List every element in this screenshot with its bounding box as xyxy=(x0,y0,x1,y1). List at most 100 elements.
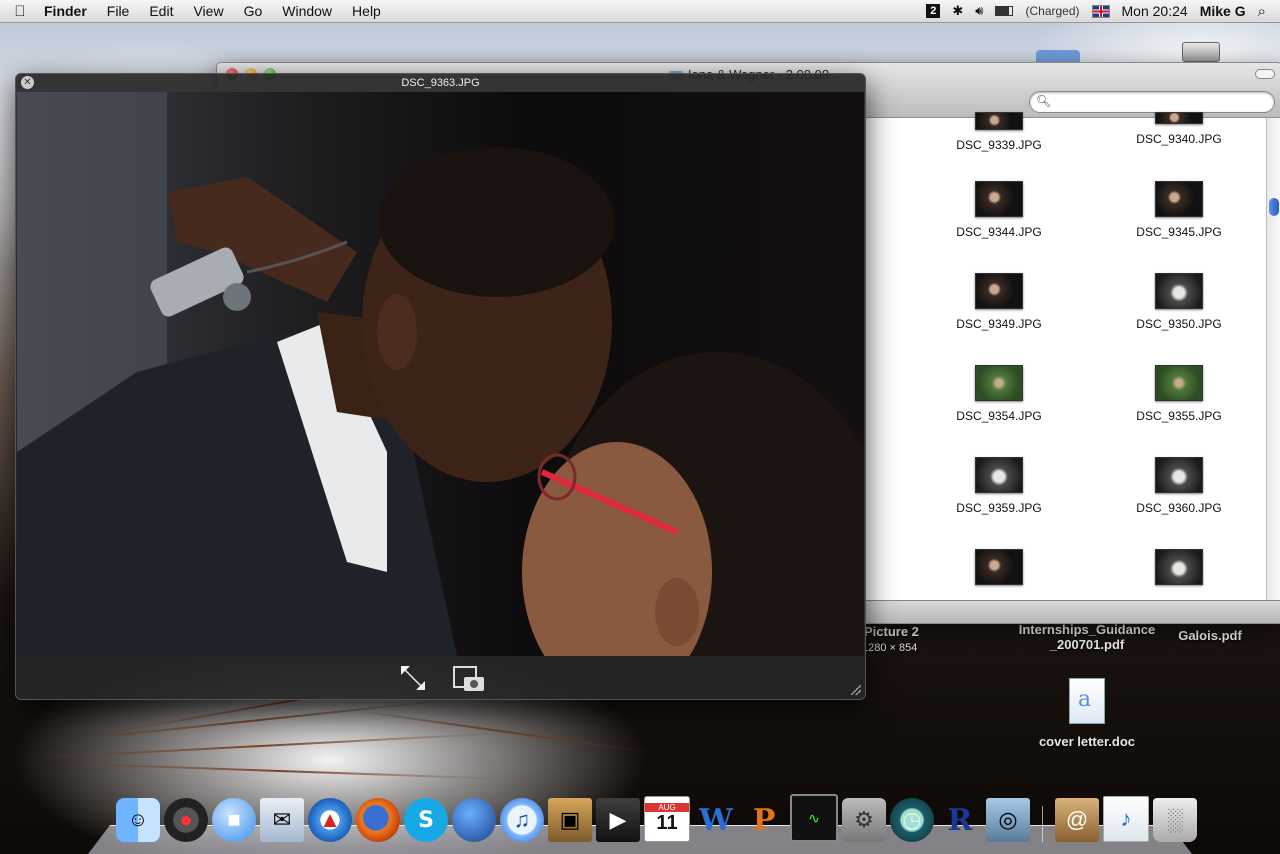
mail-dock-icon[interactable]: ✉ xyxy=(260,798,304,842)
google-earth-dock-icon[interactable] xyxy=(452,798,496,842)
menu-file[interactable]: File xyxy=(97,3,140,19)
file-item[interactable]: DSC_9355.JPG xyxy=(1109,365,1249,423)
dock-icons: ☺ ● ■ ✉ ▲ S ♫ ▣ ▶ AUG 11 W P ∿ ⚙ ◷ R ◎ @… xyxy=(116,794,1197,842)
file-name: DSC_9349.JPG xyxy=(956,317,1042,331)
time-machine-dock-icon[interactable]: ◷ xyxy=(890,798,934,842)
battery-icon[interactable] xyxy=(995,6,1014,16)
itunes-dock-icon[interactable]: ♫ xyxy=(500,798,544,842)
file-item[interactable]: DSC_9340.JPG xyxy=(1109,112,1249,146)
dock: ☺ ● ■ ✉ ▲ S ♫ ▣ ▶ AUG 11 W P ∿ ⚙ ◷ R ◎ @… xyxy=(88,794,1197,854)
image-thumbnail xyxy=(975,365,1023,401)
search-icon: 🔍︎ xyxy=(1036,94,1052,108)
image-thumbnail xyxy=(975,273,1023,309)
ical-day: 11 xyxy=(656,812,678,834)
fast-user-switch[interactable]: Mike G xyxy=(1200,3,1246,19)
finder-dock-icon[interactable]: ☺ xyxy=(116,798,160,842)
imovie-dock-icon[interactable]: ▶ xyxy=(596,798,640,842)
file-name: DSC_9345.JPG xyxy=(1136,225,1222,239)
image-thumbnail xyxy=(1155,365,1203,401)
spotlight-icon[interactable]: ⌕ xyxy=(1258,3,1266,20)
scrollbar-thumb[interactable] xyxy=(1269,198,1279,216)
trash-dock-icon[interactable]: ░ xyxy=(1153,798,1197,842)
file-item[interactable]: DSC_9354.JPG xyxy=(929,365,1069,423)
file-name: DSC_9344.JPG xyxy=(956,225,1042,239)
image-thumbnail xyxy=(1155,457,1203,493)
file-item[interactable] xyxy=(929,549,1069,593)
battery-status: (Charged) xyxy=(1025,4,1080,18)
iphoto-camera-icon xyxy=(452,666,484,691)
toolbar-toggle-button[interactable] xyxy=(1255,69,1275,79)
r-dock-icon[interactable]: R xyxy=(938,798,982,842)
skype-dock-icon[interactable]: S xyxy=(404,798,448,842)
ichat-dock-icon[interactable]: ■ xyxy=(212,798,256,842)
cover-letter-label: cover letter.doc xyxy=(1038,734,1136,749)
desktop-item-cover-letter[interactable]: a cover letter.doc xyxy=(1030,678,1144,749)
file-item[interactable]: DSC_9349.JPG xyxy=(929,273,1069,331)
search-input[interactable] xyxy=(1052,93,1266,111)
image-thumbnail xyxy=(975,112,1023,130)
menu-extras: 2 ✱ 🔊︎ (Charged) Mon 20:24 Mike G ⌕ xyxy=(926,3,1280,20)
word-dock-icon[interactable]: W xyxy=(694,798,738,842)
file-name: DSC_9339.JPG xyxy=(956,138,1042,152)
wallpaper-streak xyxy=(351,709,649,753)
image-thumbnail xyxy=(1155,181,1203,217)
file-name: DSC_9350.JPG xyxy=(1136,317,1222,331)
wallpaper-streak xyxy=(60,762,500,780)
search-field[interactable]: 🔍︎ xyxy=(1029,91,1275,113)
activity-monitor-dock-icon[interactable]: ∿ xyxy=(790,794,838,842)
dock-separator xyxy=(1042,806,1043,842)
menu-app-finder[interactable]: Finder xyxy=(40,3,97,19)
mp3-document-dock-icon[interactable]: ♪ xyxy=(1103,796,1149,842)
address-book-dock-icon[interactable]: @ xyxy=(1055,798,1099,842)
input-menu-flag-icon[interactable] xyxy=(1091,4,1110,18)
photo-illustration xyxy=(17,92,864,656)
file-item[interactable]: DSC_9359.JPG xyxy=(929,457,1069,515)
dashboard-dock-icon[interactable]: ● xyxy=(164,798,208,842)
menu-clock[interactable]: Mon 20:24 xyxy=(1122,3,1188,19)
document-icon: a xyxy=(1069,678,1105,724)
quick-look-controls xyxy=(16,657,865,699)
desktop-item-galois[interactable]: Galois.pdf xyxy=(1170,628,1250,643)
menu-go[interactable]: Go xyxy=(234,3,273,19)
menu-bar:  Finder File Edit View Go Window Help 2… xyxy=(0,0,1280,23)
apple-menu-icon[interactable]:  xyxy=(0,3,40,20)
file-name: DSC_9340.JPG xyxy=(1136,132,1222,146)
preview-dock-icon[interactable]: ◎ xyxy=(986,798,1030,842)
menu-edit[interactable]: Edit xyxy=(139,3,183,19)
powerpoint-dock-icon[interactable]: P xyxy=(742,798,786,842)
fullscreen-icon xyxy=(400,666,425,690)
image-thumbnail xyxy=(1155,549,1203,585)
desktop-item-picture-2-dimensions: 1280 × 854 xyxy=(862,642,918,654)
file-item[interactable]: DSC_9344.JPG xyxy=(929,181,1069,239)
menu-window[interactable]: Window xyxy=(272,3,342,19)
iphoto-dock-icon[interactable]: ▣ xyxy=(548,798,592,842)
image-thumbnail xyxy=(975,457,1023,493)
file-item[interactable]: DSC_9345.JPG xyxy=(1109,181,1249,239)
fullscreen-button[interactable] xyxy=(396,661,430,695)
file-name: DSC_9355.JPG xyxy=(1136,409,1222,423)
firefox-dock-icon[interactable] xyxy=(356,798,400,842)
desktop-item-internships[interactable]: Internships_Guidance _200701.pdf xyxy=(1012,622,1162,652)
file-item[interactable]: DSC_9339.JPG xyxy=(929,112,1069,152)
volume-icon[interactable]: 🔊︎ xyxy=(975,3,983,19)
add-to-iphoto-button[interactable] xyxy=(452,661,486,695)
desktop-item-picture-2-label[interactable]: Picture 2 xyxy=(864,624,924,639)
image-thumbnail xyxy=(1155,112,1203,124)
bluetooth-icon[interactable]: ✱ xyxy=(952,3,963,19)
internships-label-line2: _200701.pdf xyxy=(1049,637,1125,652)
system-preferences-dock-icon[interactable]: ⚙ xyxy=(842,798,886,842)
spaces-indicator[interactable]: 2 xyxy=(926,4,941,18)
resize-handle[interactable] xyxy=(851,685,861,695)
file-item[interactable] xyxy=(1109,549,1249,593)
image-thumbnail xyxy=(1155,273,1203,309)
hard-drive-icon[interactable] xyxy=(1182,42,1220,62)
vertical-scrollbar[interactable] xyxy=(1266,118,1280,600)
ical-month: AUG xyxy=(645,803,689,812)
file-item[interactable]: DSC_9360.JPG xyxy=(1109,457,1249,515)
safari-dock-icon[interactable]: ▲ xyxy=(308,798,352,842)
ical-dock-icon[interactable]: AUG 11 xyxy=(644,796,690,842)
menu-view[interactable]: View xyxy=(183,3,233,19)
menu-help[interactable]: Help xyxy=(342,3,391,19)
file-item[interactable]: DSC_9350.JPG xyxy=(1109,273,1249,331)
file-name: DSC_9360.JPG xyxy=(1136,501,1222,515)
